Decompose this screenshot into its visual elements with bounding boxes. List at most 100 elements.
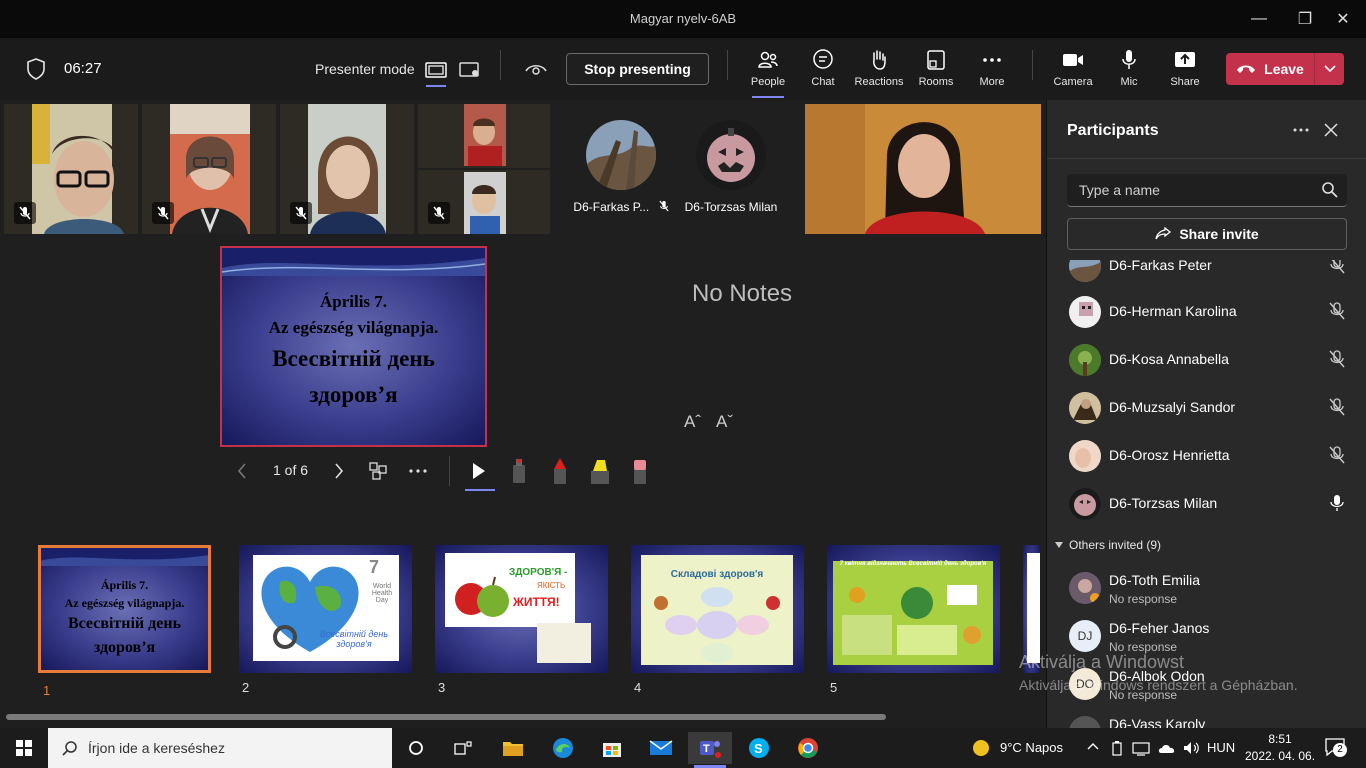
thumbnail-slide: 7 квітня відзначають Всесвітній день здо… [827, 545, 1000, 673]
leave-button[interactable]: Leave [1226, 53, 1314, 85]
teams-icon: T [700, 741, 721, 758]
thumbnail-slide: Április 7. Az egészség világnapja. Всесв… [41, 548, 208, 670]
slide-thumbnail-2[interactable]: 7 World Health Day Всесвітній день здоро… [239, 545, 412, 695]
people-icon [758, 51, 778, 68]
rooms-button[interactable]: Rooms [908, 48, 964, 94]
chevron-up-icon[interactable] [1087, 742, 1099, 750]
participant-row[interactable]: D6-Orosz Henrietta [1047, 432, 1366, 480]
chat-icon [813, 49, 833, 69]
mic-button[interactable]: Mic [1101, 48, 1157, 94]
taskbar-search[interactable]: Írjon ide a kereséshez [48, 728, 392, 768]
search-input[interactable] [1067, 174, 1307, 206]
camera-button[interactable]: Camera [1045, 48, 1101, 94]
more-button[interactable]: More [964, 48, 1020, 94]
store-button[interactable] [590, 732, 634, 764]
increase-font-button[interactable]: Aˆ [684, 412, 701, 432]
thumbnail-scrollbar[interactable] [6, 714, 886, 720]
invited-row[interactable]: D6-Vass Karoly [1047, 708, 1366, 728]
edge-button[interactable] [541, 732, 585, 764]
avatar [1069, 716, 1101, 728]
rooms-icon [927, 50, 945, 70]
task-view-button[interactable] [441, 732, 485, 764]
video-tile[interactable] [4, 104, 138, 234]
people-button[interactable]: People [740, 48, 796, 98]
mail-icon [649, 740, 673, 755]
leave-options-button[interactable] [1314, 53, 1344, 85]
chrome-button[interactable] [786, 732, 830, 764]
participant-row[interactable]: D6-Farkas Peter [1047, 260, 1366, 290]
close-window-button[interactable]: ✕ [1320, 0, 1366, 38]
svg-text:T: T [703, 743, 710, 755]
content-only-mode-button[interactable] [422, 56, 450, 87]
slide-line-1: Április 7. [319, 292, 388, 311]
reactions-button[interactable]: Reactions [851, 48, 907, 94]
participant-row[interactable]: D6-Herman Karolina [1047, 288, 1366, 336]
battery-icon[interactable] [1110, 740, 1124, 756]
presenter-video[interactable] [805, 104, 1041, 234]
decrease-font-button[interactable]: Aˇ [716, 412, 733, 432]
video-tile-stack[interactable] [418, 104, 550, 234]
teams-button[interactable]: T [688, 732, 732, 764]
weather-widget[interactable]: 9°C Napos [1000, 740, 1063, 755]
search-icon [1322, 182, 1338, 198]
chat-button[interactable]: Chat [795, 48, 851, 94]
current-slide-preview[interactable]: Április 7. Az egészség világnapja. Всесв… [220, 246, 487, 447]
activation-watermark-sub: Aktiválja a Windows rendszert a Gépházba… [1019, 677, 1298, 693]
language-indicator[interactable]: HUN [1207, 740, 1235, 755]
sun-icon [973, 740, 989, 756]
file-explorer-button[interactable] [491, 732, 535, 764]
slide-more-options-button[interactable] [404, 457, 432, 485]
avatar-tile[interactable]: D6-Farkas P... [566, 104, 676, 234]
cortana-button[interactable] [394, 732, 438, 764]
highlighter-tool-button[interactable] [586, 457, 614, 485]
invited-row[interactable]: D6-Toth Emilia No response [1047, 564, 1366, 612]
view-button[interactable] [522, 56, 550, 84]
slide-thumbnail-1[interactable]: Április 7. Az egészség világnapja. Всесв… [38, 545, 211, 698]
share-invite-button[interactable]: Share invite [1067, 218, 1347, 250]
toolbar-divider [727, 50, 728, 80]
video-tile[interactable] [142, 104, 276, 234]
previous-slide-button[interactable] [228, 457, 256, 485]
slide-thumbnail-5[interactable]: 7 квітня відзначають Всесвітній день здо… [827, 545, 1000, 695]
next-slide-button[interactable] [325, 457, 353, 485]
network-icon[interactable] [1132, 740, 1150, 756]
participant-name: D6-Farkas P... [566, 200, 676, 214]
clock[interactable]: 8:51 2022. 04. 06. [1242, 732, 1318, 763]
slide-line-2: Az egészség világnapja. [268, 318, 439, 337]
skype-button[interactable]: S [737, 732, 781, 764]
panel-more-button[interactable] [1289, 118, 1313, 142]
thumbnail-slide: 7 World Health Day Всесвітній день здоро… [239, 545, 412, 673]
participant-row[interactable]: D6-Kosa Annabella [1047, 336, 1366, 384]
stop-presenting-button[interactable]: Stop presenting [566, 53, 709, 85]
avatar-tile[interactable]: D6-Torzsas Milan [676, 104, 786, 234]
volume-icon[interactable] [1182, 740, 1200, 756]
video-tile[interactable] [280, 104, 414, 234]
others-invited-header[interactable]: Others invited (9) [1055, 538, 1161, 552]
slide-counter: 1 of 6 [273, 462, 309, 478]
slide-grid-button[interactable] [364, 457, 392, 485]
slide-thumbnail-4[interactable]: Складові здоров'я 4 [631, 545, 804, 695]
onedrive-icon[interactable] [1157, 741, 1177, 755]
eraser-tool-button[interactable] [626, 457, 654, 485]
participant-row[interactable]: D6-Muzsalyi Sandor [1047, 384, 1366, 432]
panel-divider [1047, 158, 1366, 159]
start-button[interactable] [2, 732, 46, 764]
close-panel-button[interactable] [1319, 118, 1343, 142]
laser-pointer-button[interactable] [505, 457, 533, 485]
participant-row[interactable]: D6-Torzsas Milan [1047, 480, 1366, 528]
content-only-icon [425, 62, 447, 78]
slide-line-3: Всесвітній день [272, 346, 435, 371]
notification-center-button[interactable]: 2 [1324, 737, 1348, 759]
thumbnail-line-4: здоров’я [93, 639, 156, 656]
mail-button[interactable] [639, 732, 683, 764]
pen-tool-button[interactable] [546, 457, 574, 485]
window-title: Magyar nyelv-6AB [629, 11, 737, 26]
standout-mode-button[interactable] [456, 56, 484, 84]
participant-name: D6-Kosa Annabella [1109, 351, 1229, 367]
pen-icon [554, 458, 566, 484]
minimize-button[interactable]: — [1236, 0, 1282, 38]
slide-thumbnail-3[interactable]: ЗДОРОВ'Я - ЯКІСТЬ ЖИТТЯ! 3 [435, 545, 608, 695]
mic-off-icon [290, 202, 312, 224]
pointer-tool-button[interactable] [465, 457, 493, 485]
share-button[interactable]: Share [1157, 48, 1213, 94]
